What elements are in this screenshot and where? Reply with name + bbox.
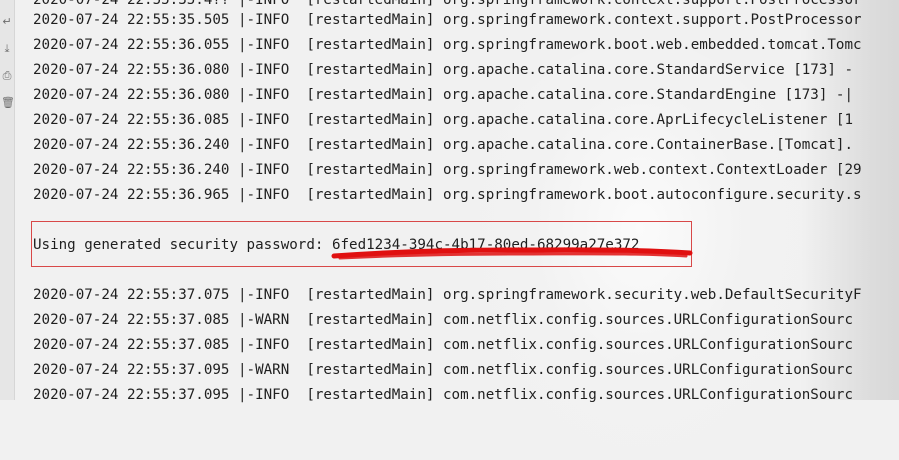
- console-gutter: ↵ ⤓ ⎙ 🗑: [0, 0, 15, 400]
- log-line: 2020-07-24 22:55:37.095 |-INFO [restarte…: [33, 387, 853, 403]
- log-line: 2020-07-24 22:55:37.095 |-WARN [restarte…: [33, 362, 853, 378]
- log-line: 2020-07-24 22:55:36.080 |-INFO [restarte…: [33, 62, 853, 78]
- log-line: 2020-07-24 22:55:35.505 |-INFO [restarte…: [33, 12, 862, 28]
- log-line: 2020-07-24 22:55:37.085 |-WARN [restarte…: [33, 312, 853, 328]
- console-output[interactable]: 2020-07-24 22:55:35.4?? |-INFO [restarte…: [33, 0, 899, 403]
- log-line: 2020-07-24 22:55:36.240 |-INFO [restarte…: [33, 162, 862, 178]
- log-line: 2020-07-24 22:55:36.240 |-INFO [restarte…: [33, 137, 853, 153]
- log-line: 2020-07-24 22:55:36.085 |-INFO [restarte…: [33, 112, 853, 128]
- red-underline-scribble: [331, 247, 693, 260]
- log-line: 2020-07-24 22:55:36.055 |-INFO [restarte…: [33, 37, 862, 53]
- trash-icon[interactable]: 🗑: [1, 97, 15, 109]
- log-line: 2020-07-24 22:55:37.085 |-INFO [restarte…: [33, 337, 853, 353]
- scroll-to-end-icon[interactable]: ⤓: [1, 43, 13, 55]
- wrap-icon[interactable]: ↵: [1, 16, 13, 28]
- print-icon[interactable]: ⎙: [1, 70, 13, 82]
- log-line: 2020-07-24 22:55:36.965 |-INFO [restarte…: [33, 187, 862, 203]
- log-line: 2020-07-24 22:55:36.080 |-INFO [restarte…: [33, 87, 853, 103]
- log-line: 2020-07-24 22:55:37.075 |-INFO [restarte…: [33, 287, 862, 303]
- log-line-partial: 2020-07-24 22:55:35.4?? |-INFO [restarte…: [33, 0, 862, 8]
